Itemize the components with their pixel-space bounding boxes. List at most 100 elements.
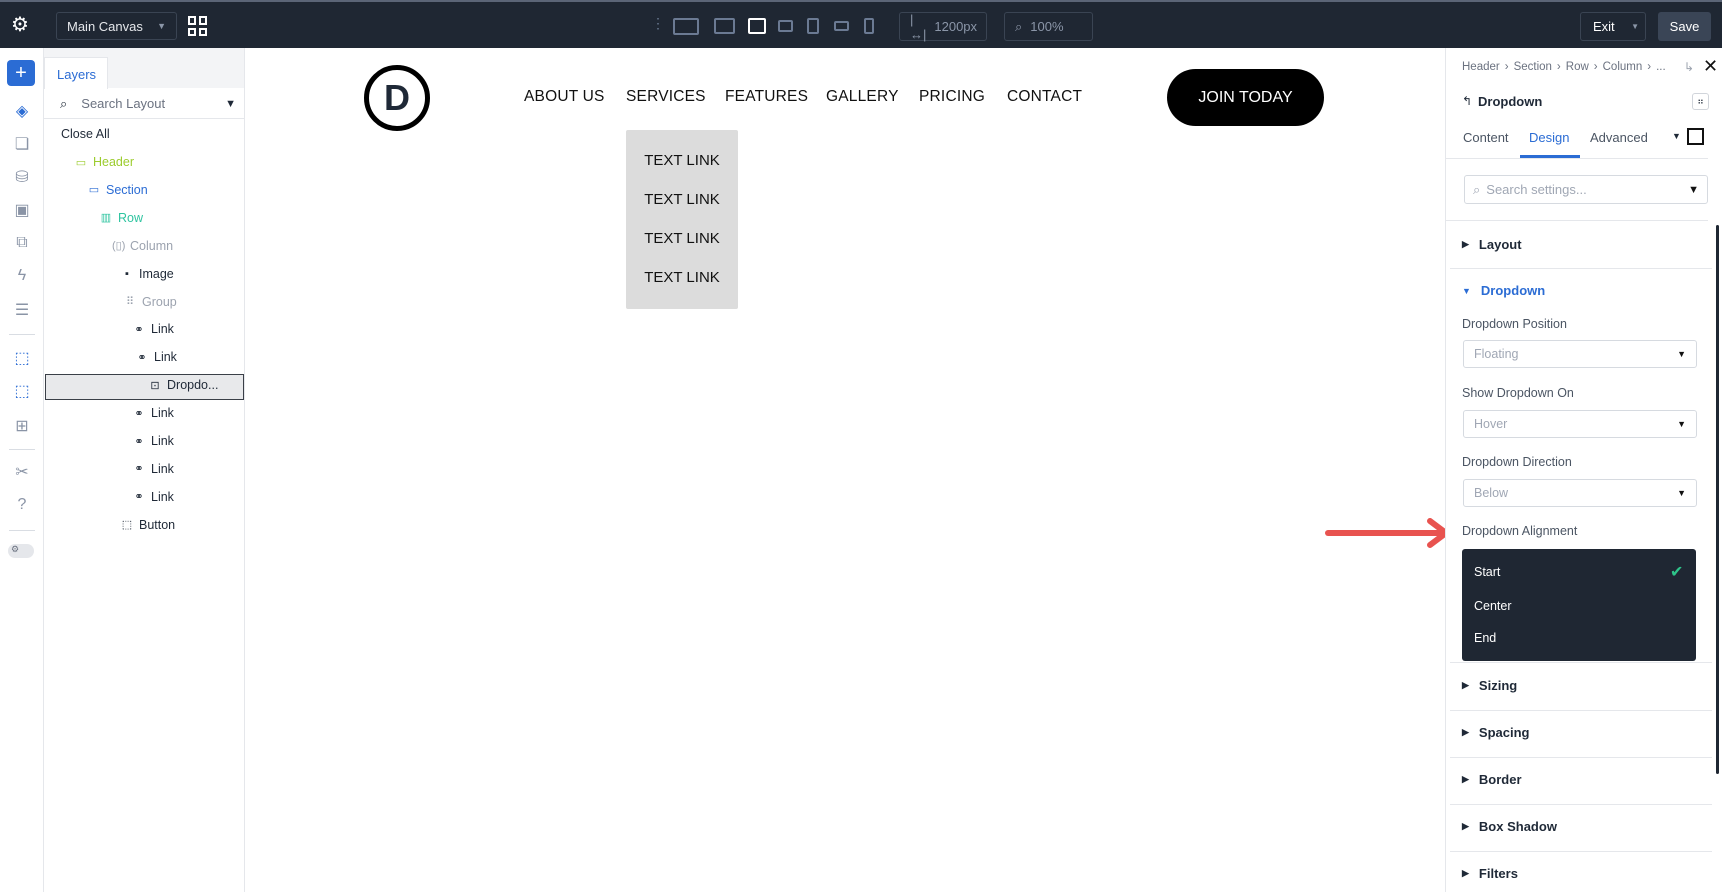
exit-button[interactable]: Exit ▼ <box>1580 12 1646 41</box>
layer-label: Column <box>130 238 174 253</box>
nav-link-services[interactable]: SERVICES <box>626 88 706 106</box>
dropdown-position-select[interactable]: Floating ▼ <box>1463 340 1697 368</box>
more-vertical-icon[interactable]: ⋮ <box>651 15 665 32</box>
layer-item[interactable]: ⠿ Group <box>124 291 177 313</box>
canvas-select[interactable]: Main Canvas ▼ <box>56 12 177 40</box>
breadcrumb-item[interactable]: ... <box>1656 61 1666 73</box>
settings-gear-icon[interactable]: ⚙ <box>11 12 29 37</box>
layer-item[interactable]: (▯) Column <box>112 235 173 257</box>
layer-item[interactable]: ⬚ Button <box>121 514 175 536</box>
layers-icon[interactable]: ◈ <box>10 99 34 123</box>
preview-layout-icon[interactable]: ⊞ <box>10 414 34 438</box>
section-box-shadow[interactable]: ▶ Box Shadow <box>1462 819 1557 834</box>
dropdown-icon: ⊡ <box>150 379 160 392</box>
layer-label: Group <box>142 294 177 309</box>
laptop-icon[interactable] <box>748 18 766 34</box>
tab-design[interactable]: Design <box>1529 130 1569 145</box>
save-button[interactable]: Save <box>1658 12 1711 41</box>
tab-layers[interactable]: Layers <box>44 57 108 89</box>
layer-item[interactable]: ▭ Section <box>88 179 148 201</box>
close-all-button[interactable]: Close All <box>61 123 110 145</box>
breadcrumb-item[interactable]: Row <box>1566 61 1589 73</box>
nav-link-features[interactable]: FEATURES <box>725 88 808 106</box>
width-input[interactable]: |↔| 1200px <box>899 12 987 42</box>
state-box-icon[interactable] <box>1687 128 1704 145</box>
layer-item[interactable]: ⚭ Link <box>133 402 174 424</box>
join-today-button[interactable]: JOIN TODAY <box>1167 69 1324 126</box>
section-sizing[interactable]: ▶ Sizing <box>1462 678 1517 693</box>
panel-scrollbar[interactable] <box>1716 225 1719 774</box>
layer-label: Link <box>151 489 174 504</box>
section-border[interactable]: ▶ Border <box>1462 772 1522 787</box>
database-icon[interactable]: ⛁ <box>10 165 34 189</box>
layer-item[interactable]: ⚭ Link <box>133 318 174 340</box>
divider <box>9 449 35 450</box>
panel-options-icon[interactable]: ⠶ <box>1692 93 1709 110</box>
nav-link-contact[interactable]: CONTACT <box>1007 88 1082 106</box>
dropdown-text-link[interactable]: TEXT LINK <box>626 152 738 169</box>
option-center[interactable]: Center <box>1474 599 1512 613</box>
design-library-icon[interactable]: ❏ <box>10 132 34 156</box>
desktop-icon[interactable] <box>714 18 735 34</box>
filter-icon[interactable]: ▼ <box>225 98 236 110</box>
return-icon[interactable]: ↳ <box>1684 60 1694 74</box>
tab-advanced[interactable]: Advanced <box>1590 130 1648 145</box>
option-end[interactable]: End <box>1474 631 1496 645</box>
nav-link-gallery[interactable]: GALLERY <box>826 88 899 106</box>
zoom-icon: ⌕ <box>1015 18 1023 34</box>
section-filters[interactable]: ▶ Filters <box>1462 866 1518 881</box>
tablet-icon[interactable] <box>807 18 819 34</box>
nav-link-about-us[interactable]: ABOUT US <box>524 88 605 106</box>
dropdown-text-link[interactable]: TEXT LINK <box>626 230 738 247</box>
section-layout[interactable]: ▶ Layout <box>1462 237 1522 252</box>
template-icon[interactable]: ▣ <box>10 198 34 222</box>
phone-icon[interactable] <box>864 18 874 34</box>
zoom-input[interactable]: ⌕ 100% <box>1004 12 1093 41</box>
tools-icon[interactable]: ✂ <box>10 460 34 484</box>
select-parent-icon[interactable]: ⬚ <box>10 379 34 403</box>
breadcrumb-item[interactable]: Section <box>1514 61 1552 73</box>
breadcrumb-item[interactable]: Header <box>1462 61 1500 73</box>
state-dropdown-icon[interactable]: ▼ <box>1672 131 1681 141</box>
layer-item[interactable]: ⚭ Link <box>136 346 177 368</box>
show-dropdown-on-select[interactable]: Hover ▼ <box>1463 410 1697 438</box>
close-icon[interactable]: ✕ <box>1703 56 1718 77</box>
lightning-icon[interactable]: ϟ <box>10 264 34 288</box>
tablet-landscape-icon[interactable] <box>778 20 793 32</box>
back-icon[interactable]: ↰ <box>1462 94 1472 108</box>
layer-item[interactable]: ⚭ Link <box>133 430 174 452</box>
help-icon[interactable]: ? <box>10 493 34 517</box>
link-icon: ⚭ <box>134 407 144 420</box>
grid-icon[interactable] <box>188 16 208 36</box>
pages-icon[interactable]: ⧉ <box>10 231 34 255</box>
dropdown-text-link[interactable]: TEXT LINK <box>626 191 738 208</box>
layer-item[interactable]: ⚭ Link <box>133 486 174 508</box>
caret-right-icon: ▶ <box>1462 727 1469 737</box>
layer-item[interactable]: ▪ Image <box>121 263 174 285</box>
layer-item[interactable]: ▥ Row <box>100 207 143 229</box>
theme-toggle[interactable]: ⚙ <box>8 544 34 558</box>
phone-landscape-icon[interactable] <box>834 21 849 31</box>
section-dropdown[interactable]: ▼ Dropdown <box>1462 283 1545 298</box>
nav-link-pricing[interactable]: PRICING <box>919 88 985 106</box>
filter-icon[interactable]: ▼ <box>1688 184 1699 196</box>
select-element-icon[interactable]: ⬚ <box>10 346 34 370</box>
tab-content[interactable]: Content <box>1463 130 1509 145</box>
dropdown-text-link[interactable]: TEXT LINK <box>626 269 738 286</box>
link-icon: ⚭ <box>134 491 144 504</box>
breadcrumb-item[interactable]: Column <box>1603 61 1643 73</box>
add-icon[interactable]: + <box>7 60 35 86</box>
search-settings-input[interactable]: ⌕ Search settings... ▼ <box>1464 175 1708 204</box>
layer-item[interactable]: ⊡ Dropdo... <box>149 374 218 396</box>
desktop-wide-icon[interactable] <box>673 18 699 35</box>
logo[interactable]: D <box>364 65 430 131</box>
dropdown-direction-select[interactable]: Below ▼ <box>1463 479 1697 507</box>
layer-item[interactable]: ▭ Header <box>75 151 134 173</box>
option-start[interactable]: Start <box>1474 565 1500 579</box>
section-spacing[interactable]: ▶ Spacing <box>1462 725 1530 740</box>
search-layout-input[interactable]: ⌕ Search Layout ▼ <box>44 89 244 119</box>
layer-item[interactable]: ⚭ Link <box>133 458 174 480</box>
chevron-down-icon[interactable]: ▼ <box>1631 22 1639 31</box>
section-label: Dropdown <box>1480 283 1546 298</box>
list-icon[interactable]: ☰ <box>10 298 34 322</box>
